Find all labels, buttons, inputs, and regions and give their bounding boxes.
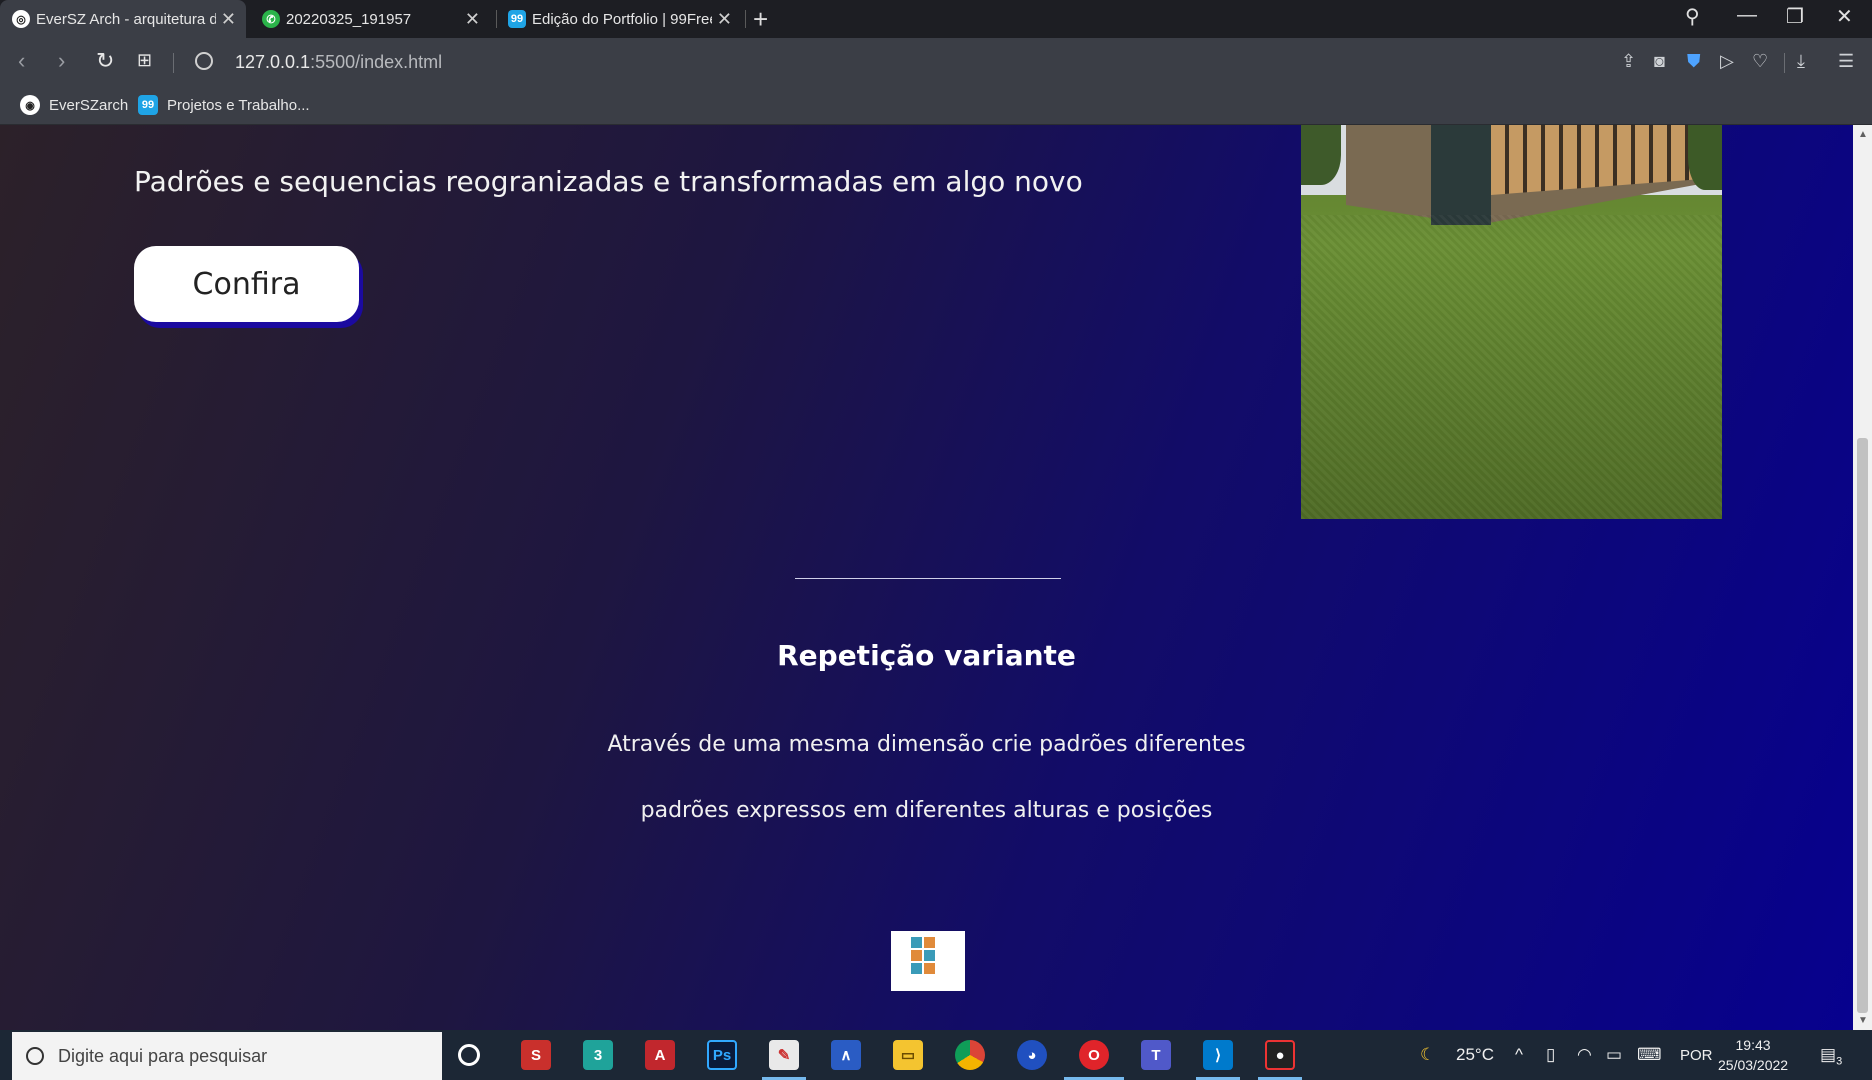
tab-separator — [745, 10, 746, 28]
url-field[interactable]: 127.0.0.1:5500/index.html — [235, 52, 442, 73]
3dsmax-icon[interactable]: 3 — [583, 1040, 613, 1070]
tab-title: 20220325_191957 — [286, 10, 412, 28]
chrome-icon[interactable] — [955, 1040, 985, 1070]
photo-glass — [1431, 125, 1491, 225]
vpn-shield-icon[interactable]: ⛊ — [1687, 51, 1701, 72]
app-icon[interactable]: ◕ — [1017, 1040, 1047, 1070]
weather-temp[interactable]: 25°C — [1456, 1045, 1494, 1065]
restore-button[interactable]: ❐ — [1786, 4, 1804, 29]
cortana-icon[interactable] — [458, 1044, 480, 1066]
scroll-thumb[interactable] — [1857, 438, 1868, 1013]
clock-time: 19:43 — [1735, 1037, 1771, 1053]
notifications-icon[interactable]: ▤3 — [1820, 1045, 1842, 1067]
taskbar-search[interactable]: Digite aqui para pesquisar — [12, 1032, 442, 1080]
page-scrollbar[interactable]: ▲ ▼ — [1853, 125, 1872, 1030]
sketchup-icon[interactable]: S — [521, 1040, 551, 1070]
bookmark-label: EverSZarch — [49, 96, 129, 114]
address-separator — [173, 53, 174, 73]
url-host: 127.0.0.1 — [235, 52, 311, 72]
show-hidden-icons-icon[interactable]: ^ — [1515, 1045, 1523, 1065]
battery-icon[interactable]: ▭ — [1606, 1045, 1622, 1065]
file-explorer-icon[interactable]: ▭ — [893, 1040, 923, 1070]
logo-square — [911, 950, 922, 961]
scroll-down-arrow-icon[interactable]: ▼ — [1858, 1015, 1868, 1026]
99freelas-favicon-icon: 99 — [508, 10, 526, 28]
close-tab-icon[interactable]: ✕ — [465, 9, 480, 30]
bookmark-projetos[interactable]: 99 Projetos e Trabalho... — [138, 95, 310, 115]
site-info-icon[interactable] — [195, 52, 213, 70]
tab-eversz-arch[interactable]: ◎ EverSZ Arch - arquitetura d ✕ — [0, 0, 246, 38]
new-tab-button[interactable]: + — [753, 4, 768, 35]
forward-button[interactable]: › — [58, 48, 65, 74]
logo-square — [911, 963, 922, 974]
reload-button[interactable]: ↻ — [96, 48, 114, 74]
clock[interactable]: 19:43 25/03/2022 — [1718, 1035, 1788, 1075]
logo-square — [924, 950, 935, 961]
teams-icon[interactable]: T — [1141, 1040, 1171, 1070]
url-path: :5500/index.html — [310, 52, 443, 72]
section-divider — [795, 578, 1061, 579]
globe-favicon-icon: ◎ — [12, 10, 30, 28]
clock-date: 25/03/2022 — [1718, 1057, 1789, 1073]
photo-lawn — [1301, 215, 1722, 519]
search-placeholder: Digite aqui para pesquisar — [58, 1045, 268, 1066]
tab-title: EverSZ Arch - arquitetura d — [36, 10, 216, 28]
bookmark-label: Projetos e Trabalho... — [167, 96, 310, 114]
section-line-1: Através de uma mesma dimensão crie padrõ… — [607, 732, 1246, 757]
share-icon[interactable]: ⇪ — [1621, 51, 1636, 72]
search-icon — [26, 1047, 44, 1065]
bookmarks-bar: ◉ EverSZarch 99 Projetos e Trabalho... — [0, 88, 1872, 125]
language-indicator[interactable]: POR — [1680, 1047, 1713, 1064]
address-bar-row: ‹ › ↻ ⊞ 127.0.0.1:5500/index.html ⇪ ◙ ⛊ … — [0, 38, 1872, 88]
close-tab-icon[interactable]: ✕ — [221, 9, 236, 30]
autocad-icon[interactable]: A — [645, 1040, 675, 1070]
github-icon: ◉ — [20, 95, 40, 115]
99freelas-icon: 99 — [138, 95, 158, 115]
logo-square — [911, 937, 922, 948]
scroll-up-arrow-icon[interactable]: ▲ — [1858, 129, 1868, 140]
address-separator — [1784, 53, 1785, 73]
vscode-icon[interactable]: ⟩ — [1203, 1040, 1233, 1070]
close-tab-icon[interactable]: ✕ — [717, 9, 732, 30]
paint-icon[interactable]: ✎ — [769, 1040, 799, 1070]
page-content: Padrões e sequencias reogranizadas e tra… — [0, 125, 1853, 1030]
tab-title: Edição do Portfolio | 99Free — [532, 10, 712, 28]
section-line-2: padrões expressos em diferentes alturas … — [640, 798, 1213, 823]
logo-square — [924, 963, 935, 974]
device-icon[interactable]: ▯ — [1546, 1045, 1555, 1065]
keyboard-icon[interactable]: ⌨ — [1637, 1045, 1662, 1065]
wifi-icon[interactable]: ◠ — [1577, 1045, 1592, 1065]
back-button[interactable]: ‹ — [18, 48, 25, 74]
architecture-photo — [1301, 125, 1722, 519]
bookmark-heart-icon[interactable]: ♡ — [1752, 51, 1768, 72]
confira-button[interactable]: Confira — [134, 246, 359, 322]
snapshot-icon[interactable]: ◙ — [1654, 51, 1665, 72]
send-icon[interactable]: ▷ — [1720, 51, 1734, 72]
photoshop-icon[interactable]: Ps — [707, 1040, 737, 1070]
opera-icon[interactable]: O — [1079, 1040, 1109, 1070]
tab-bar: ◎ EverSZ Arch - arquitetura d ✕ ✆ 202203… — [0, 0, 1872, 38]
bookmark-everszarch[interactable]: ◉ EverSZarch — [20, 95, 128, 115]
notification-count: 3 — [1836, 1055, 1843, 1068]
footer-logo[interactable] — [891, 931, 965, 991]
search-tabs-icon[interactable]: ⚲ — [1685, 4, 1700, 29]
archicad-icon[interactable]: ∧ — [831, 1040, 861, 1070]
tab-portfolio[interactable]: 99 Edição do Portfolio | 99Free ✕ — [496, 0, 742, 38]
section-title: Repetição variante — [777, 639, 1076, 672]
photo-tree — [1688, 125, 1722, 190]
tab-20220325[interactable]: ✆ 20220325_191957 ✕ — [250, 0, 490, 38]
easy-setup-icon[interactable]: ☰ — [1838, 51, 1854, 72]
speed-dial-icon[interactable]: ⊞ — [137, 50, 152, 71]
downloads-icon[interactable]: ⤓ — [1797, 51, 1805, 72]
hero-text: Padrões e sequencias reogranizadas e tra… — [134, 165, 1083, 198]
windows-taskbar: Digite aqui para pesquisar S 3 A Ps ✎ ∧ … — [0, 1030, 1872, 1080]
whatsapp-favicon-icon: ✆ — [262, 10, 280, 28]
close-window-button[interactable]: ✕ — [1836, 4, 1853, 29]
minimize-button[interactable]: — — [1737, 4, 1757, 27]
photo-tree — [1301, 125, 1341, 185]
logo-square — [924, 937, 935, 948]
weather-moon-icon[interactable]: ☾ — [1420, 1045, 1435, 1065]
screen-recorder-icon[interactable]: ● — [1265, 1040, 1295, 1070]
